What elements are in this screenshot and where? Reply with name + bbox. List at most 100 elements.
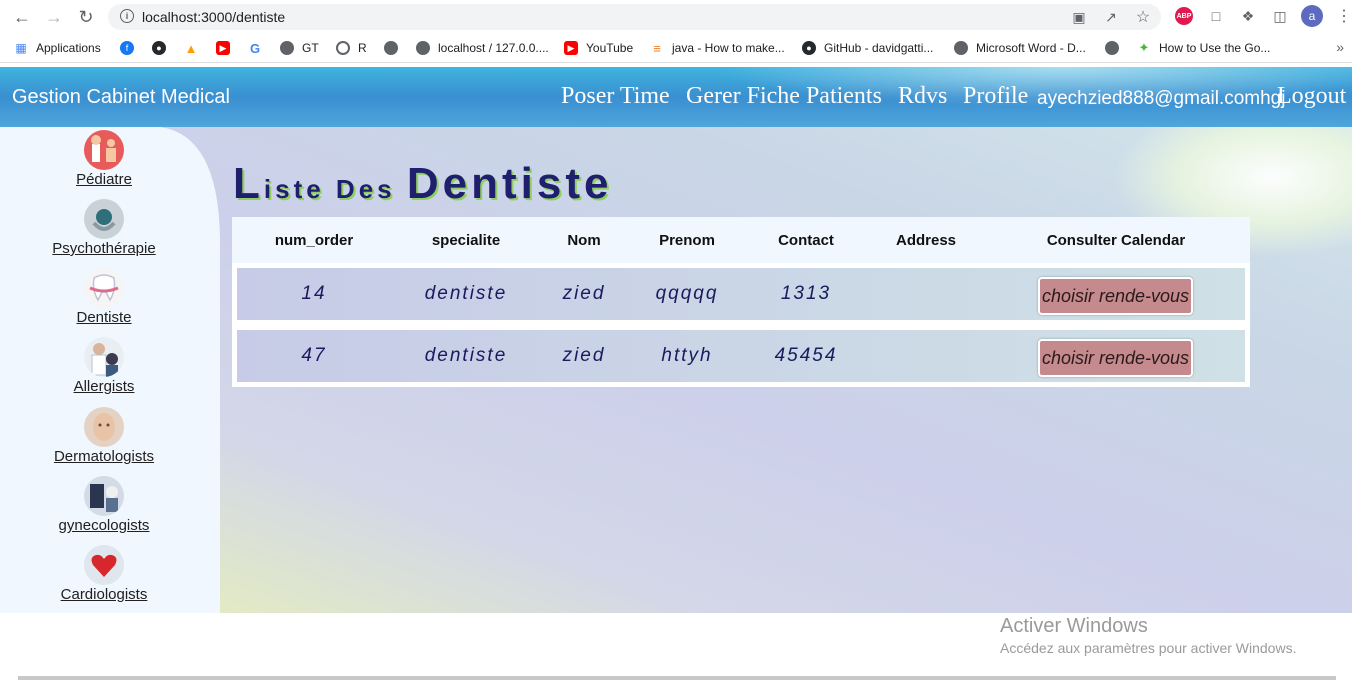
nav-rdvs[interactable]: Rdvs [898, 83, 947, 110]
sidebar-label[interactable]: Psychothérapie [0, 240, 208, 257]
bookmark-label: localhost / 127.0.0.... [438, 41, 549, 55]
bookmark-label: How to Use the Go... [1159, 41, 1271, 55]
sidebar-label[interactable]: Dentiste [0, 309, 208, 326]
bookmark-youtube[interactable]: ▶ [216, 39, 238, 57]
bookmark-mongodb[interactable]: ✦ How to Use the Go... [1137, 39, 1271, 57]
bookmark-r[interactable]: R [336, 39, 367, 57]
side-panel-icon[interactable]: ◫ [1270, 6, 1290, 26]
column-header: specialite [431, 232, 501, 249]
back-arrow-icon[interactable]: ← [10, 5, 34, 29]
title-text-entiste: entiste [442, 159, 613, 208]
google-icon: G [249, 40, 261, 56]
column-header: Address [895, 232, 957, 249]
site-info-icon[interactable]: i [120, 9, 134, 23]
bookmark-label: Applications [36, 41, 101, 55]
share-icon[interactable]: ↗ [1102, 8, 1120, 26]
user-email: ayechzied888@gmail.comhgj [1037, 88, 1286, 109]
nav-gerer-fiche-patients[interactable]: Gerer Fiche Patients [686, 83, 882, 110]
column-header: Prenom [659, 232, 715, 249]
nav-logout[interactable]: Logout [1277, 83, 1346, 110]
sidebar-item-dentiste[interactable]: Dentiste [0, 268, 208, 326]
bookmark-github[interactable]: ● [152, 39, 174, 57]
brand-title[interactable]: Gestion Cabinet Medical [12, 86, 230, 109]
youtube-icon: ▶ [564, 41, 578, 55]
sidebar-item-gynecologists[interactable]: gynecologists [0, 476, 208, 534]
globe-icon [280, 41, 294, 55]
windows-activation-watermark: Activer Windows Accédez aux paramètres p… [1000, 615, 1296, 656]
menu-kebab-icon[interactable]: ⋮ [1334, 6, 1352, 26]
bookmark-stackoverflow[interactable]: ≡ java - How to make... [650, 39, 785, 57]
title-text-liste-des: iste Des [263, 174, 407, 204]
sidebar-item-psychotherapie[interactable]: Psychothérapie [0, 199, 208, 257]
activation-subtitle: Accédez aux paramètres pour activer Wind… [1000, 640, 1297, 656]
facebook-icon: f [120, 41, 134, 55]
puzzle-extensions-icon[interactable]: ❖ [1238, 6, 1258, 26]
address-bar[interactable]: i localhost:3000/dentiste ▣ ↗ ☆ [108, 4, 1161, 30]
bookmark-applications[interactable]: ▦ Applications [14, 39, 101, 57]
bookmarks-overflow-icon[interactable]: » [1336, 39, 1344, 55]
globe-icon [954, 41, 968, 55]
nav-profile[interactable]: Profile [963, 83, 1028, 110]
cell-contact: 45454 [774, 345, 838, 366]
youtube-icon: ▶ [216, 41, 230, 55]
cell-nom: zied [562, 283, 606, 304]
reload-icon[interactable]: ↻ [74, 5, 98, 29]
bookmark-globe-2[interactable] [1105, 39, 1127, 57]
globe-icon [1105, 41, 1119, 55]
sidebar-label[interactable]: gynecologists [0, 517, 208, 534]
bookmark-label: GitHub - davidgatti... [824, 41, 934, 55]
sidebar-label[interactable]: Allergists [0, 378, 208, 395]
nav-poser-time[interactable]: Poser Time [561, 83, 670, 110]
bookmark-gt[interactable]: GT [280, 39, 319, 57]
pediatrician-icon [84, 130, 124, 170]
bookmark-label: java - How to make... [672, 41, 785, 55]
table-header: num_order specialite Nom Prenom Contact … [232, 217, 1250, 263]
bookmark-globe[interactable] [384, 39, 406, 57]
title-initial-d: D [406, 159, 443, 208]
psychotherapy-icon [84, 199, 124, 239]
forward-arrow-icon[interactable]: → [42, 5, 66, 29]
bookmark-facebook[interactable]: f [120, 39, 142, 57]
column-header: Consulter Calendar [1046, 232, 1186, 249]
adblock-icon[interactable]: ABP [1175, 7, 1193, 25]
bookmark-youtube-2[interactable]: ▶ YouTube [564, 39, 633, 57]
column-header: num_order [274, 232, 354, 249]
bookmark-word[interactable]: Microsoft Word - D... [954, 39, 1086, 57]
sidebar-item-dermatologists[interactable]: Dermatologists [0, 407, 208, 465]
bookmark-localhost[interactable]: localhost / 127.0.0.... [416, 39, 549, 57]
bookmark-star-icon[interactable]: ☆ [1134, 8, 1152, 26]
sidebar-label[interactable]: Dermatologists [0, 448, 208, 465]
gynecology-icon [84, 476, 124, 516]
sidebar-item-cardiologists[interactable]: Cardiologists [0, 545, 208, 603]
choisir-rendez-vous-button[interactable]: choisir rende-vous [1038, 277, 1193, 315]
cell-nom: zied [562, 345, 606, 366]
allergist-icon [84, 337, 124, 377]
mongodb-leaf-icon: ✦ [1138, 40, 1150, 55]
bookmark-firebase[interactable]: ▲ [184, 39, 206, 57]
top-navbar: Gestion Cabinet Medical Poser Time Gerer… [0, 67, 1352, 127]
page-title: Liste Des Dentiste [233, 159, 612, 209]
sidebar-item-allergists[interactable]: Allergists [0, 337, 208, 395]
dermatology-icon [84, 407, 124, 447]
title-initial-l: L [233, 159, 264, 208]
cell-contact: 1313 [780, 283, 832, 304]
profile-avatar[interactable]: a [1301, 5, 1323, 27]
firebase-icon: ▲ [184, 40, 198, 56]
translate-icon[interactable]: ▣ [1070, 8, 1088, 26]
sidebar-label[interactable]: Pédiatre [0, 171, 208, 188]
bookmark-google[interactable]: G [248, 39, 270, 57]
stackoverflow-icon: ≡ [653, 40, 661, 56]
sidebar-item-pediatre[interactable]: Pédiatre [0, 130, 208, 188]
cell-specialite: dentiste [424, 283, 508, 304]
cell-num-order: 14 [301, 283, 327, 304]
sidebar-label[interactable]: Cardiologists [0, 586, 208, 603]
row-cell-area: 47 dentiste zied httyh 45454 choisir ren… [237, 330, 1245, 382]
bookmark-github-2[interactable]: ● GitHub - davidgatti... [802, 39, 933, 57]
table-row: 47 dentiste zied httyh 45454 choisir ren… [232, 325, 1250, 387]
url-text[interactable]: localhost:3000/dentiste [142, 9, 285, 25]
extension-page-icon[interactable]: □ [1206, 6, 1226, 26]
bookmark-label: Microsoft Word - D... [976, 41, 1086, 55]
globe-icon [384, 41, 398, 55]
horizontal-scrollbar[interactable] [18, 676, 1336, 680]
choisir-rendez-vous-button[interactable]: choisir rende-vous [1038, 339, 1193, 377]
